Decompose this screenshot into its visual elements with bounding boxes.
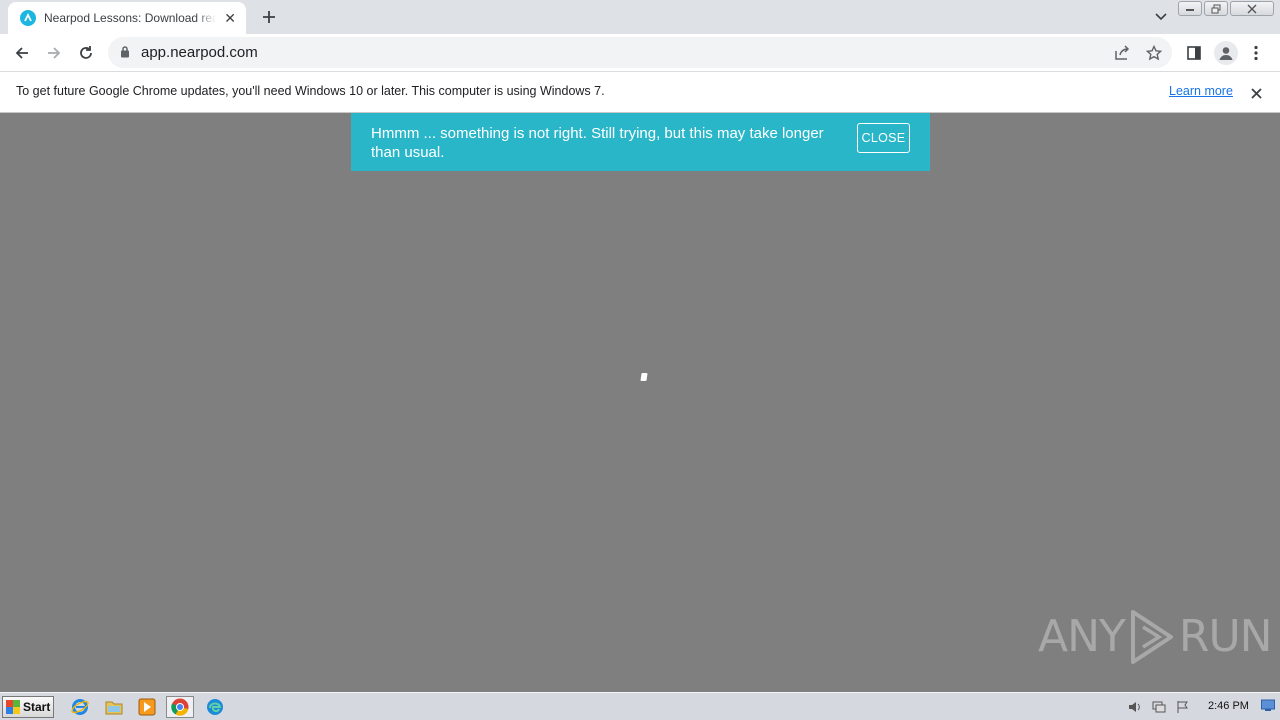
share-icon[interactable] xyxy=(1112,43,1132,63)
network-icon[interactable] xyxy=(1150,698,1168,716)
lock-icon[interactable] xyxy=(120,45,130,63)
folder-icon xyxy=(105,701,123,715)
taskbar-clock[interactable]: 2:46 PM xyxy=(1208,700,1249,712)
browser-toolbar: app.nearpod.com xyxy=(0,34,1280,72)
taskbar-media-player[interactable] xyxy=(133,696,161,718)
restore-button[interactable] xyxy=(1204,1,1228,16)
watermark-left-text: ANY xyxy=(1038,611,1126,662)
taskbar-edge[interactable] xyxy=(201,696,229,718)
tab-close-icon[interactable]: ✕ xyxy=(222,10,238,26)
taskbar-chrome[interactable] xyxy=(166,696,194,718)
minimize-button[interactable] xyxy=(1178,1,1202,16)
windows-taskbar: Start 2:46 PM xyxy=(0,692,1280,720)
learn-more-link[interactable]: Learn more xyxy=(1169,84,1233,98)
system-tray xyxy=(1120,695,1278,719)
tab-search-button[interactable] xyxy=(1150,7,1172,27)
reload-button[interactable] xyxy=(74,41,98,65)
arrow-left-icon xyxy=(15,47,28,59)
taskbar-internet-explorer[interactable] xyxy=(66,696,94,718)
profile-button[interactable] xyxy=(1214,41,1238,65)
reload-icon xyxy=(80,46,92,59)
infobar-message: To get future Google Chrome updates, you… xyxy=(16,84,605,98)
edge-icon xyxy=(207,699,223,715)
start-button[interactable]: Start xyxy=(2,696,54,718)
address-bar[interactable]: app.nearpod.com xyxy=(108,37,1172,68)
action-center-flag-icon[interactable] xyxy=(1174,698,1192,716)
taskbar-explorer[interactable] xyxy=(100,696,128,718)
side-panel-icon xyxy=(1187,46,1201,60)
restore-icon xyxy=(1211,4,1221,13)
windows-logo-icon xyxy=(6,700,20,714)
kebab-menu-icon xyxy=(1254,45,1258,61)
new-tab-button[interactable] xyxy=(258,6,280,28)
tab-strip: Nearpod Lessons: Download ready-to ✕ xyxy=(0,0,1280,34)
chrome-menu-button[interactable] xyxy=(1244,41,1268,65)
alert-close-button[interactable]: CLOSE xyxy=(857,123,910,153)
browser-tab[interactable]: Nearpod Lessons: Download ready-to ✕ xyxy=(8,2,246,34)
start-label: Start xyxy=(23,700,51,714)
internet-explorer-icon xyxy=(71,699,89,715)
window-close-button[interactable] xyxy=(1230,1,1274,16)
media-player-icon xyxy=(138,698,156,716)
play-logo-icon xyxy=(1130,610,1173,664)
url-text: app.nearpod.com xyxy=(141,44,258,61)
chevron-down-icon xyxy=(1155,13,1167,21)
chrome-icon xyxy=(171,698,189,716)
anyrun-watermark: ANY RUN xyxy=(1038,609,1273,665)
side-panel-button[interactable] xyxy=(1182,41,1206,65)
window-controls xyxy=(1178,1,1274,16)
watermark-right-text: RUN xyxy=(1178,611,1273,662)
loading-spinner xyxy=(640,373,648,381)
tab-title: Nearpod Lessons: Download ready-to xyxy=(44,11,217,25)
update-infobar: To get future Google Chrome updates, you… xyxy=(0,72,1280,113)
close-icon xyxy=(1247,4,1257,13)
back-button[interactable] xyxy=(10,41,34,65)
minimize-icon xyxy=(1186,8,1194,11)
nearpod-logo-icon xyxy=(20,10,36,26)
page-content: Hmmm ... something is not right. Still t… xyxy=(0,113,1280,692)
alert-message: Hmmm ... something is not right. Still t… xyxy=(371,125,824,161)
plus-icon xyxy=(263,11,275,23)
profile-avatar-icon xyxy=(1219,47,1233,60)
bookmark-star-icon[interactable] xyxy=(1144,43,1164,63)
volume-icon[interactable] xyxy=(1126,698,1144,716)
forward-button[interactable] xyxy=(42,41,66,65)
connection-alert: Hmmm ... something is not right. Still t… xyxy=(351,113,930,171)
infobar-close-icon[interactable] xyxy=(1247,84,1265,102)
arrow-right-icon xyxy=(48,47,61,59)
show-desktop-icon[interactable] xyxy=(1261,698,1275,712)
